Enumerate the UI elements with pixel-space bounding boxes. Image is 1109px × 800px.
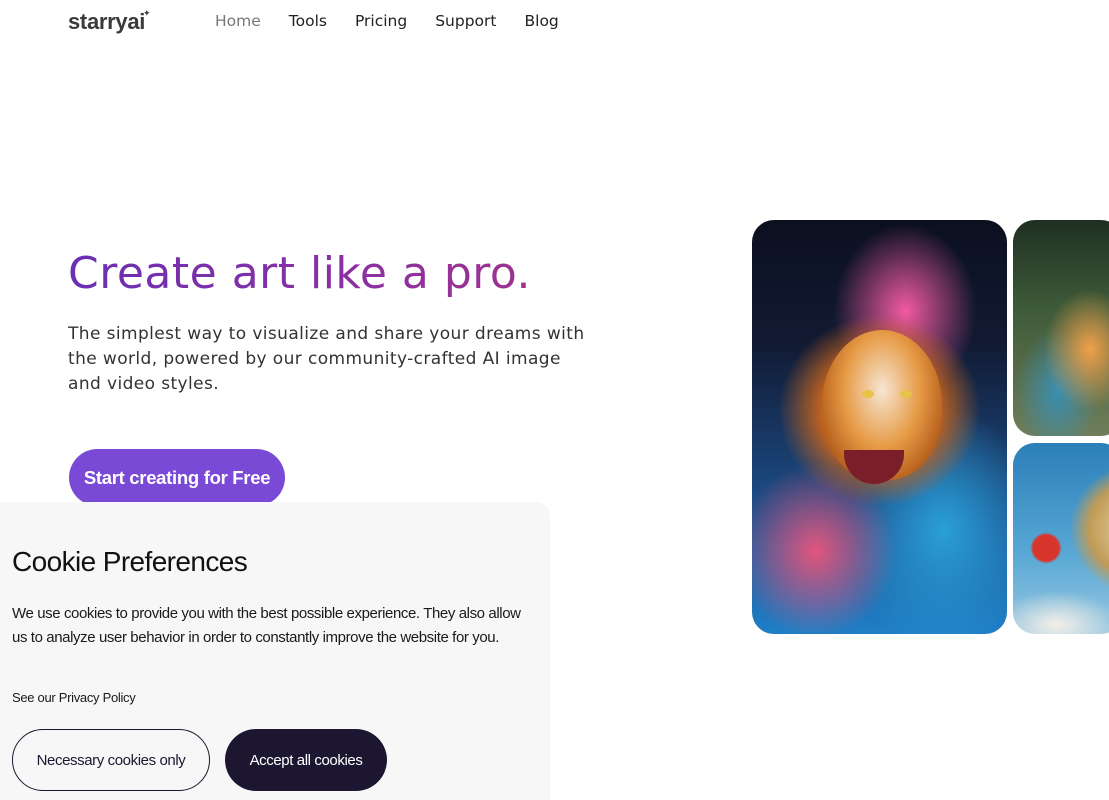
hero-subtitle: The simplest way to visualize and share … — [68, 324, 585, 394]
nav-links: Home Tools Pricing Support Blog — [215, 12, 559, 30]
cookie-description: We use cookies to provide you with the b… — [12, 605, 521, 646]
nav-blog-link[interactable]: Blog — [525, 12, 559, 30]
logo-sparkle-icon: ✦ — [143, 9, 151, 19]
nav-pricing-link[interactable]: Pricing — [355, 12, 407, 30]
nav-support-link[interactable]: Support — [435, 12, 496, 30]
start-creating-button[interactable]: Start creating for Free — [69, 449, 285, 506]
logo[interactable]: starryai — [68, 9, 145, 35]
privacy-policy-link[interactable]: See our Privacy Policy — [12, 690, 136, 705]
top-nav: starryai ✦ Home Tools Pricing Support Bl… — [0, 0, 1109, 44]
necessary-cookies-button[interactable]: Necessary cookies only — [12, 729, 210, 791]
hero-title: Create art like a pro. — [68, 248, 532, 299]
cookie-preferences-panel: Cookie Preferences We use cookies to pro… — [0, 502, 550, 800]
page: starryai ✦ Home Tools Pricing Support Bl… — [0, 0, 1109, 800]
cookie-title: Cookie Preferences — [12, 546, 248, 577]
tiger-eye-shape — [900, 390, 912, 398]
tiger-artwork-image — [752, 220, 1007, 634]
tiger-eye-shape — [862, 390, 874, 398]
nav-home-link[interactable]: Home — [215, 12, 261, 30]
accept-all-cookies-button[interactable]: Accept all cookies — [225, 729, 387, 791]
nav-tools-link[interactable]: Tools — [289, 12, 327, 30]
bird-artwork-image — [1013, 220, 1109, 436]
clock-artwork-image — [1013, 443, 1109, 634]
